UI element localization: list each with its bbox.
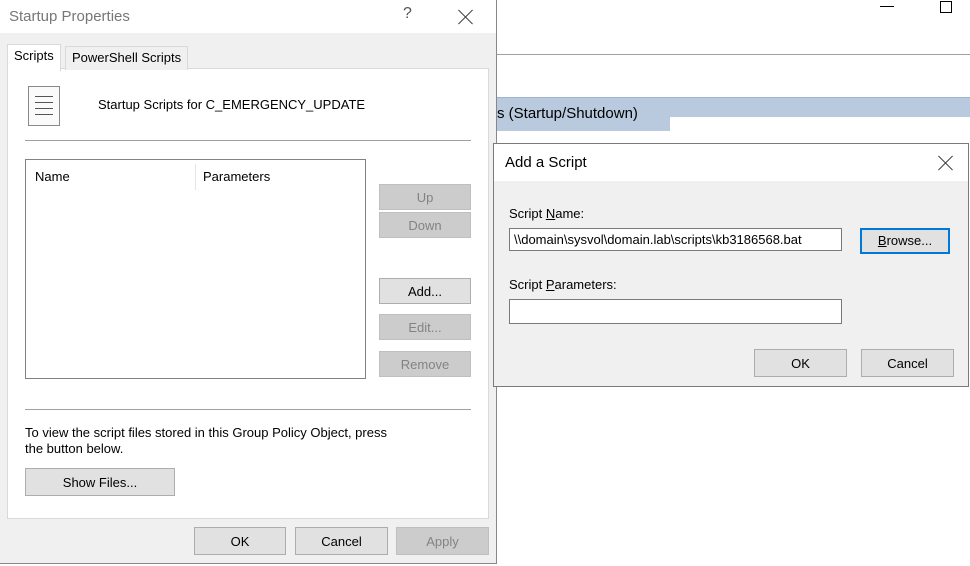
add-script-title: Add a Script [505, 154, 587, 171]
remove-button[interactable]: Remove [379, 351, 471, 377]
background-separator [497, 54, 970, 55]
browse-button[interactable]: Browse... [860, 228, 950, 254]
add-script-ok-button[interactable]: OK [754, 349, 847, 377]
background-minimize-icon[interactable] [880, 6, 894, 7]
ok-button[interactable]: OK [194, 527, 286, 555]
script-name-label: Script Name: [509, 206, 585, 221]
script-parameters-label: Script Parameters: [509, 277, 617, 292]
script-parameters-field[interactable] [509, 299, 842, 324]
help-icon[interactable]: ? [403, 5, 412, 23]
apply-button[interactable]: Apply [396, 527, 489, 555]
background-column-area [670, 117, 970, 141]
up-button[interactable]: Up [379, 184, 471, 210]
scripts-heading: Startup Scripts for C_EMERGENCY_UPDATE [98, 97, 366, 112]
background-header-text: s (Startup/Shutdown) [497, 105, 638, 122]
divider [25, 409, 471, 410]
close-icon[interactable] [936, 153, 956, 173]
script-name-field[interactable]: \\domain\sysvol\domain.lab\scripts\kb318… [509, 228, 842, 251]
column-divider[interactable] [195, 164, 196, 190]
edit-button[interactable]: Edit... [379, 314, 471, 340]
column-header-parameters[interactable]: Parameters [203, 169, 270, 184]
column-header-name[interactable]: Name [35, 169, 70, 184]
dialog-title: Startup Properties [9, 8, 130, 25]
tab-powershell-scripts[interactable]: PowerShell Scripts [65, 46, 189, 70]
tab-scripts[interactable]: Scripts [7, 44, 61, 71]
add-script-title-bar: Add a Script [494, 144, 968, 181]
close-icon[interactable] [456, 7, 476, 27]
startup-properties-dialog: Startup Properties ? Scripts PowerShell … [0, 0, 497, 564]
scripts-list[interactable]: Name Parameters [25, 159, 366, 379]
divider [25, 140, 471, 141]
add-script-cancel-button[interactable]: Cancel [861, 349, 954, 377]
title-bar: Startup Properties ? [0, 0, 496, 33]
show-files-button[interactable]: Show Files... [25, 468, 175, 496]
cancel-button[interactable]: Cancel [295, 527, 388, 555]
add-button[interactable]: Add... [379, 278, 471, 304]
info-text: To view the script files stored in this … [25, 425, 387, 456]
background-maximize-icon[interactable] [940, 1, 952, 13]
down-button[interactable]: Down [379, 212, 471, 238]
add-script-dialog: Add a Script Script Name: \\domain\sysvo… [493, 143, 969, 387]
script-file-icon [28, 86, 60, 126]
